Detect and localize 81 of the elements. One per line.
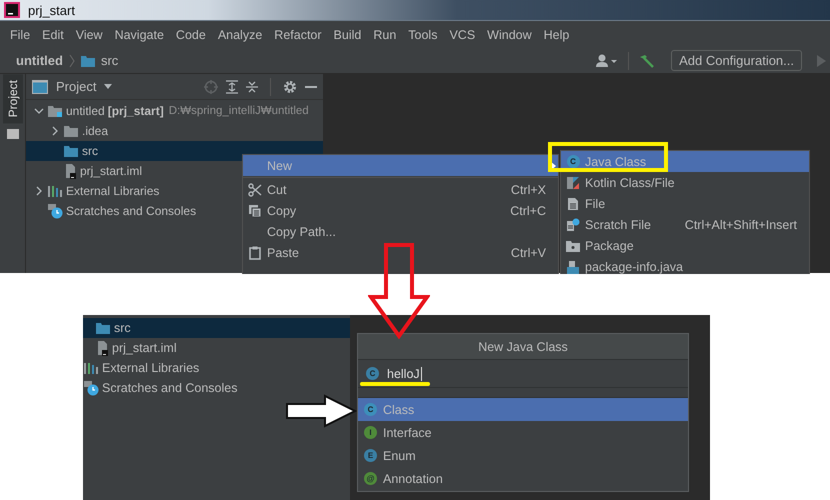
copy-icon bbox=[248, 204, 262, 218]
class-kind-item[interactable]: C Class bbox=[358, 398, 688, 421]
collapsed-chevron-icon[interactable] bbox=[50, 126, 60, 136]
menu-item[interactable]: Edit bbox=[36, 28, 70, 42]
settings-icon[interactable] bbox=[283, 80, 297, 94]
java-file-icon bbox=[566, 260, 580, 274]
dialog-title: New Java Class bbox=[358, 334, 688, 360]
menu-item[interactable]: Code bbox=[170, 28, 212, 42]
tree-item[interactable]: .idea bbox=[26, 121, 323, 141]
tree-item[interactable]: Scratches and Consoles bbox=[83, 378, 350, 398]
expanded-chevron-icon[interactable] bbox=[34, 106, 44, 116]
right-arrow bbox=[285, 394, 357, 428]
kind-icon: E bbox=[364, 449, 377, 462]
scratch-file-icon bbox=[566, 218, 580, 232]
kind-icon: I bbox=[364, 426, 377, 439]
menu-item[interactable]: Copy Ctrl+C bbox=[243, 200, 558, 221]
underline-mark bbox=[360, 382, 430, 386]
menu-item[interactable]: Cut Ctrl+X bbox=[243, 179, 558, 200]
window-title: prj_start bbox=[28, 2, 75, 18]
panel-title[interactable]: Project bbox=[56, 79, 96, 94]
menu-item[interactable]: File bbox=[561, 193, 809, 214]
file-icon bbox=[63, 163, 77, 179]
file-icon bbox=[567, 196, 579, 210]
user-icon[interactable] bbox=[596, 54, 618, 68]
menu-item[interactable]: Build bbox=[328, 28, 368, 42]
menu-item[interactable]: Copy Path... bbox=[243, 221, 558, 242]
collapse-all-icon[interactable] bbox=[246, 80, 258, 94]
folder-icon bbox=[63, 124, 79, 138]
expand-all-icon[interactable] bbox=[226, 80, 238, 94]
class-icon: C bbox=[566, 155, 580, 168]
menu-item[interactable]: package-info.java bbox=[561, 256, 809, 274]
menu-item[interactable]: Analyze bbox=[212, 28, 268, 42]
menu-item[interactable]: VCS bbox=[443, 28, 482, 42]
app-icon bbox=[4, 2, 20, 18]
file-icon bbox=[95, 340, 109, 356]
library-icon bbox=[47, 184, 63, 198]
menu-item[interactable]: Run bbox=[367, 28, 402, 42]
hammer-icon[interactable] bbox=[639, 54, 656, 68]
tree-item[interactable]: External Libraries bbox=[83, 358, 350, 378]
library-icon bbox=[83, 361, 99, 375]
scratch-icon bbox=[83, 380, 99, 396]
menu-item[interactable]: C Java Class bbox=[561, 151, 809, 172]
class-kind-item[interactable]: E Enum bbox=[358, 444, 688, 467]
kotlin-icon bbox=[566, 176, 580, 190]
folder-icon bbox=[80, 54, 95, 66]
folder-icon bbox=[6, 129, 18, 140]
menu-item[interactable]: Kotlin Class/File bbox=[561, 172, 809, 193]
folder-icon bbox=[95, 321, 111, 335]
class-kind-item[interactable]: I Interface bbox=[358, 421, 688, 444]
menu-item[interactable]: Package bbox=[561, 235, 809, 256]
menu-item[interactable]: File bbox=[4, 28, 36, 42]
breadcrumb-item[interactable]: untitled bbox=[16, 53, 63, 68]
package-icon bbox=[566, 240, 580, 252]
class-kind-item[interactable]: @ Annotation bbox=[358, 467, 688, 490]
menu-item[interactable]: Paste Ctrl+V bbox=[243, 242, 558, 263]
breadcrumb-item[interactable]: src bbox=[100, 53, 118, 68]
class-icon: C bbox=[366, 367, 379, 380]
menu-item[interactable]: View bbox=[70, 28, 109, 42]
menu-item[interactable]: Tools bbox=[402, 28, 444, 42]
scissors-icon bbox=[248, 182, 262, 196]
caret-icon[interactable] bbox=[104, 84, 112, 89]
menu-item[interactable]: Navigate bbox=[108, 28, 170, 42]
tree-item[interactable]: untitled [prj_start] D:₩spring_intelliJ₩untitled bbox=[26, 101, 323, 121]
clipboard-icon bbox=[249, 246, 261, 260]
menu-item[interactable]: Window bbox=[481, 28, 538, 42]
tree-item[interactable]: src bbox=[26, 141, 323, 161]
scratch-icon bbox=[47, 203, 63, 219]
tree-item[interactable]: src bbox=[83, 318, 350, 338]
menu-item[interactable]: Help bbox=[538, 28, 576, 42]
menu-item[interactable]: Refactor bbox=[268, 28, 328, 42]
menu-item[interactable]: Scratch File Ctrl+Alt+Shift+Insert bbox=[561, 214, 809, 235]
kind-icon: C bbox=[364, 403, 377, 416]
kind-icon: @ bbox=[364, 472, 377, 485]
tool-window-tab[interactable]: Project bbox=[2, 74, 22, 124]
folder-icon bbox=[63, 144, 79, 158]
folder-icon bbox=[47, 104, 63, 118]
chevron-icon bbox=[68, 54, 75, 68]
add-configuration-button[interactable]: Add Configuration... bbox=[671, 50, 802, 71]
collapsed-chevron-icon[interactable] bbox=[34, 186, 44, 196]
tree-item[interactable]: prj_start.iml bbox=[83, 338, 350, 358]
panel-icon bbox=[32, 80, 48, 94]
